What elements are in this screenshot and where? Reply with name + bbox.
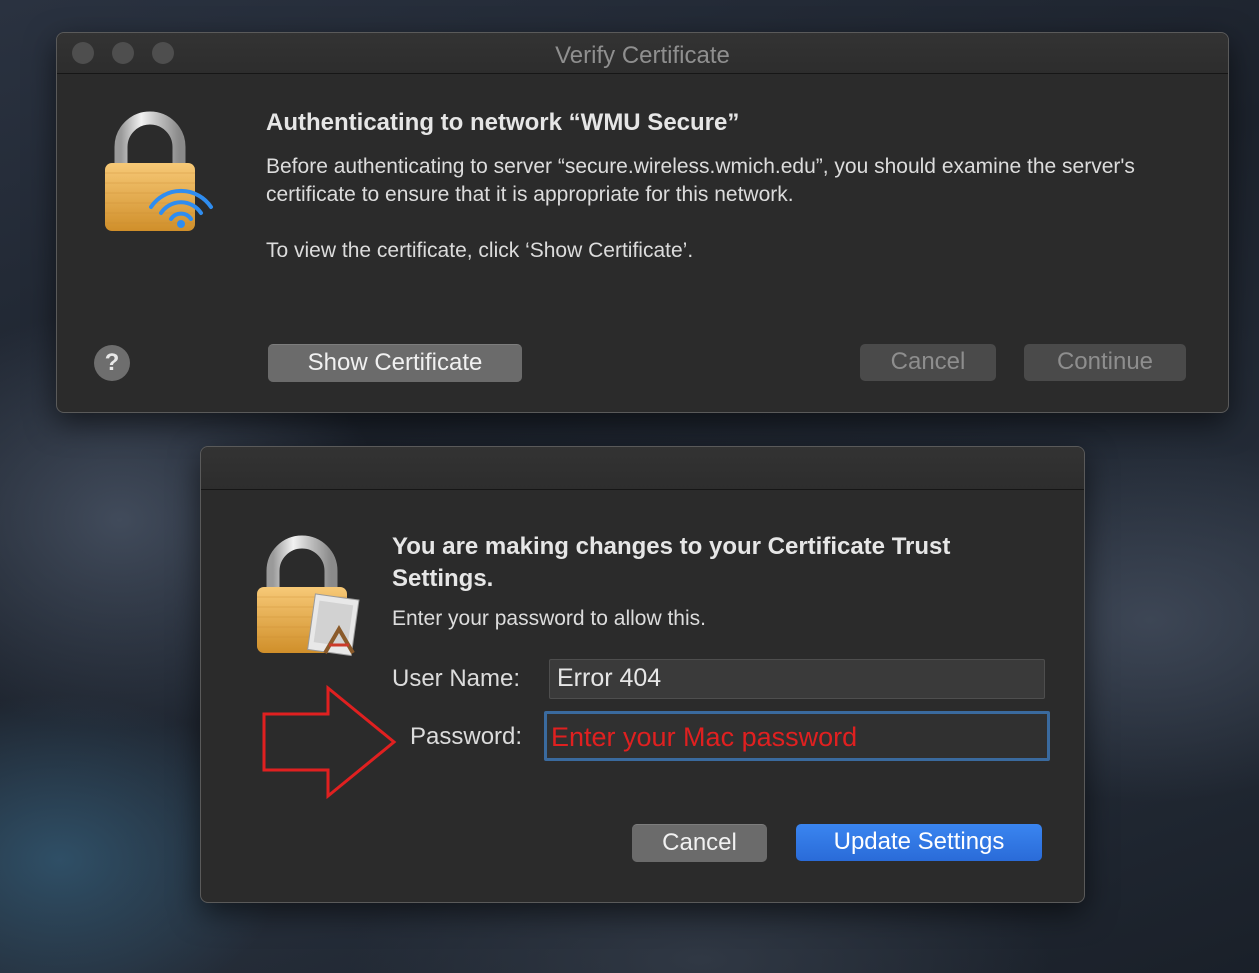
certificate-hint: To view the certificate, click ‘Show Cer… <box>266 239 694 262</box>
show-certificate-button[interactable]: Show Certificate <box>268 344 522 382</box>
cancel-button[interactable]: Cancel <box>860 344 996 381</box>
window-title: Verify Certificate <box>555 42 730 69</box>
verify-certificate-window: Verify Certificate Authenticating to net… <box>56 32 1229 413</box>
password-field[interactable]: Enter your Mac password <box>544 711 1050 761</box>
certificate-message: Before authenticating to server “secure.… <box>266 155 1135 206</box>
red-arrow-icon <box>262 684 397 800</box>
continue-button[interactable]: Continue <box>1024 344 1186 381</box>
cancel-button[interactable]: Cancel <box>632 824 767 862</box>
password-prompt: Enter your password to allow this. <box>392 607 706 630</box>
desktop: { "verify_window": { "title": "Verify Ce… <box>0 0 1259 973</box>
trust-settings-heading: You are making changes to your Certifica… <box>392 533 951 592</box>
lock-wifi-icon <box>105 111 213 231</box>
lock-certificate-icon <box>257 535 360 657</box>
username-field[interactable]: Error 404 <box>549 659 1045 699</box>
update-settings-button[interactable]: Update Settings <box>796 824 1042 861</box>
title-bar <box>201 447 1084 490</box>
help-button[interactable]: ? <box>94 345 130 381</box>
title-bar: Verify Certificate <box>57 33 1228 74</box>
username-label: User Name: <box>392 665 521 692</box>
authentication-window: You are making changes to your Certifica… <box>200 446 1085 903</box>
network-heading: Authenticating to network “WMU Secure” <box>266 109 740 136</box>
password-label: Password: <box>410 723 523 750</box>
